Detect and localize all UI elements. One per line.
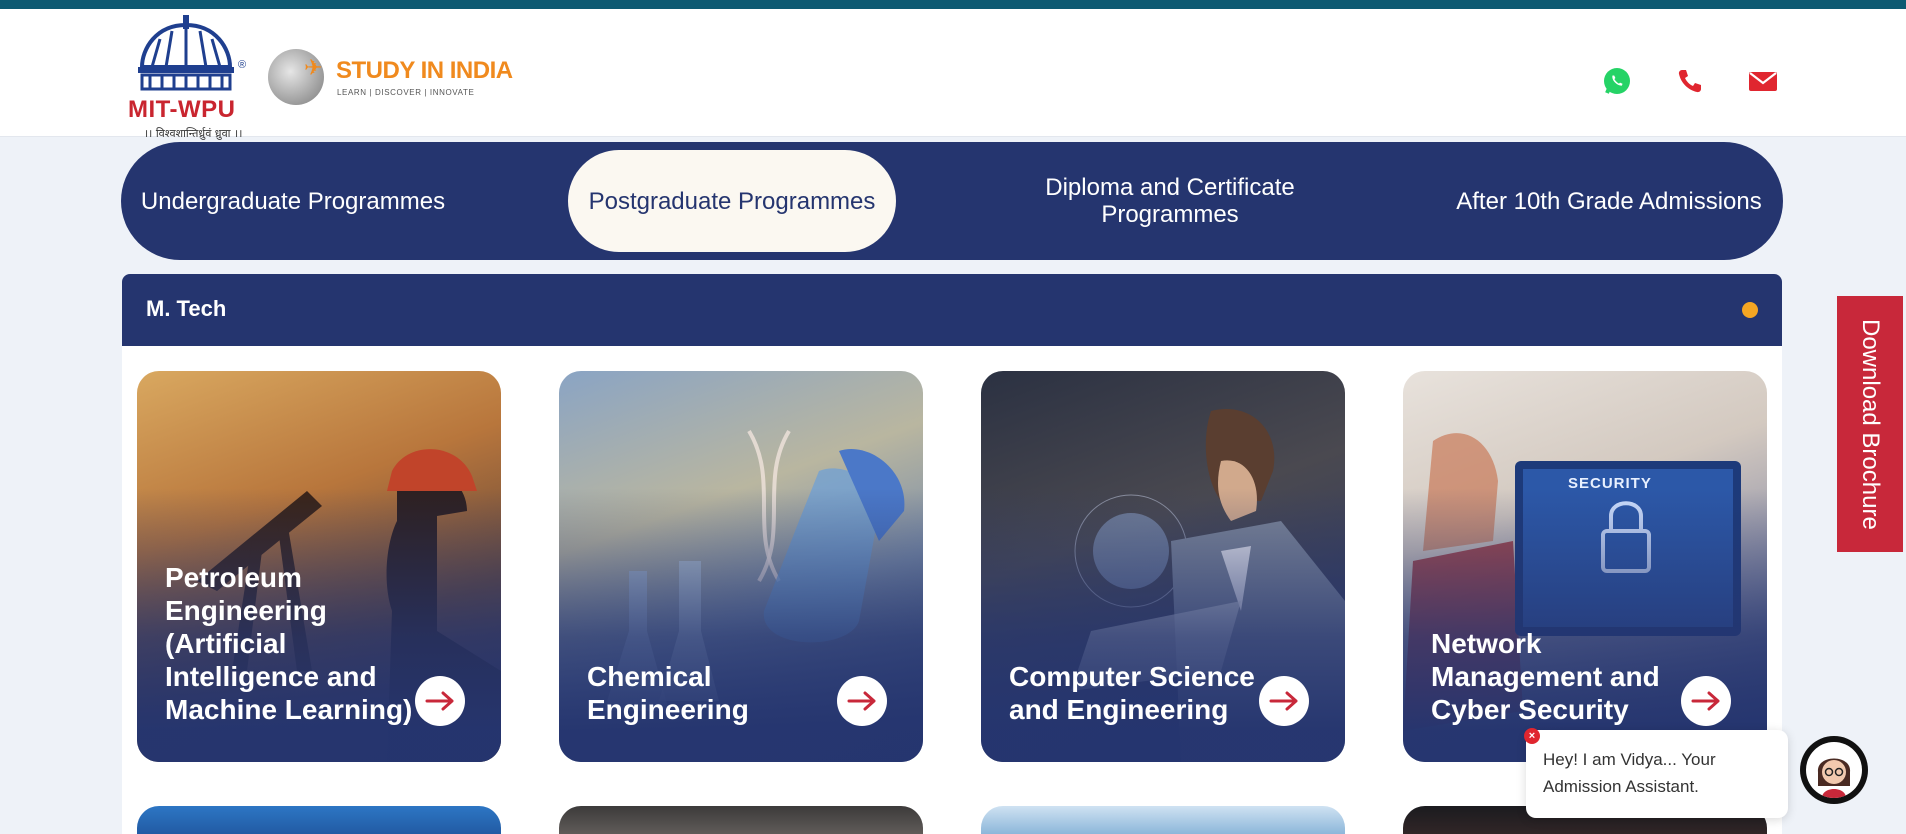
programme-card[interactable]: Computer Science and Engineering — [981, 371, 1345, 762]
registered-mark: ® — [238, 59, 247, 71]
arrow-right-icon[interactable] — [1259, 676, 1309, 726]
tab-diploma-certificate[interactable]: Diploma and Certificate Programmes — [1006, 150, 1334, 252]
download-brochure-label: Download Brochure — [1857, 318, 1884, 530]
programme-tabs: Undergraduate Programmes Postgraduate Pr… — [121, 142, 1783, 260]
mit-wpu-logo[interactable]: ® MIT-WPU ।। विश्वशान्तिर्ध्रुवं ध्रुवा … — [126, 15, 250, 141]
chat-assistant-avatar[interactable] — [1800, 736, 1868, 804]
card-title: Network Management and Cyber Security — [1431, 628, 1660, 725]
tab-after-10th[interactable]: After 10th Grade Admissions — [1445, 150, 1773, 252]
programme-card-partial[interactable] — [981, 806, 1345, 834]
arrow-right-icon[interactable] — [415, 676, 465, 726]
programme-card[interactable]: Chemical Engineering — [559, 371, 923, 762]
arrow-right-icon[interactable] — [1681, 676, 1731, 726]
tab-undergraduate[interactable]: Undergraduate Programmes — [129, 150, 457, 252]
site-header: ® MIT-WPU ।। विश्वशान्तिर्ध्रुवं ध्रुवा … — [0, 9, 1906, 140]
whatsapp-icon[interactable] — [1601, 65, 1633, 97]
plane-icon: ✈ — [304, 55, 323, 80]
programme-card[interactable]: SECURITY Network Management and Cyber Se… — [1403, 371, 1767, 762]
accordion-toggle-icon[interactable] — [1742, 302, 1758, 318]
tab-postgraduate[interactable]: Postgraduate Programmes — [568, 150, 896, 252]
arrow-right-icon[interactable] — [837, 676, 887, 726]
email-icon[interactable] — [1747, 65, 1779, 97]
sii-logo-title: STUDY IN INDIA — [336, 57, 513, 84]
wpu-logo-motto: ।। विश्वशान्तिर्ध्रुवं ध्रुवा ।। — [144, 127, 243, 140]
programme-card-partial[interactable] — [559, 806, 923, 834]
programme-card-partial[interactable] — [137, 806, 501, 834]
programme-card[interactable]: Petroleum Engineering (Artificial Intell… — [137, 371, 501, 762]
dome-icon — [138, 15, 234, 91]
study-in-india-logo[interactable]: ✈ STUDY IN INDIA LEARN | DISCOVER | INNO… — [264, 45, 513, 109]
assistant-face-icon — [1806, 742, 1862, 798]
download-brochure-button[interactable]: Download Brochure — [1837, 296, 1903, 552]
sii-logo-tagline: LEARN | DISCOVER | INNOVATE — [337, 88, 475, 97]
phone-icon[interactable] — [1674, 65, 1706, 97]
top-accent-bar — [0, 0, 1906, 9]
wpu-logo-text: MIT-WPU — [128, 96, 236, 123]
close-icon[interactable]: × — [1524, 728, 1540, 744]
accordion-title: M. Tech — [146, 296, 227, 321]
card-title: Petroleum Engineering (Artificial Intell… — [165, 562, 413, 725]
card-title: Computer Science and Engineering — [1009, 661, 1255, 725]
card-title: Chemical Engineering — [587, 661, 749, 725]
chat-message: Hey! I am Vidya... Your Admission Assist… — [1543, 750, 1716, 796]
chat-bubble[interactable]: × Hey! I am Vidya... Your Admission Assi… — [1524, 728, 1788, 818]
accordion-header-mtech[interactable]: M. Tech — [122, 274, 1782, 346]
